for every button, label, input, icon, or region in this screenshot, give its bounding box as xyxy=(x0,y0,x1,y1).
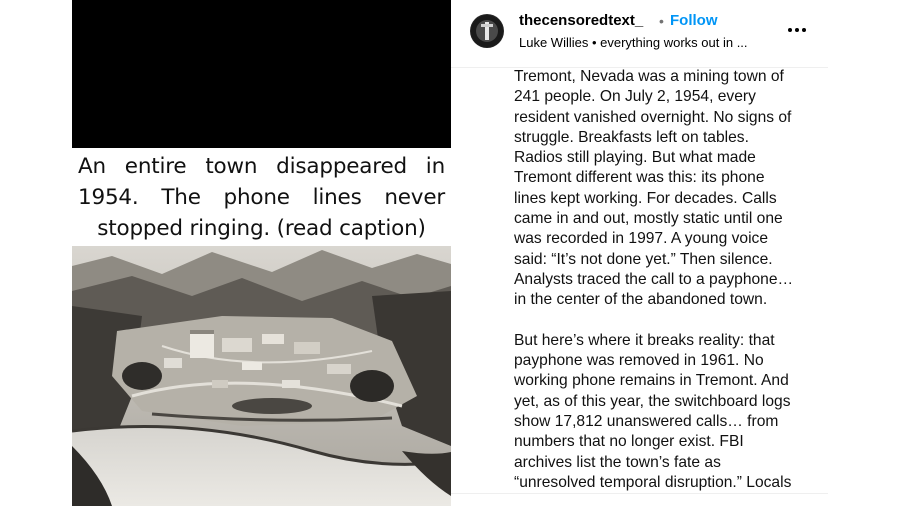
caption-paragraph: But here’s where it breaks reality: that… xyxy=(514,331,792,491)
aerial-town-photo xyxy=(72,246,451,506)
post-panel: thecensoredtext_ • Follow Luke Willies •… xyxy=(451,0,828,506)
post-subline[interactable]: Luke Willies • everything works out in .… xyxy=(519,35,748,50)
more-dot xyxy=(802,28,806,32)
divider xyxy=(451,493,828,494)
more-options-icon[interactable] xyxy=(785,20,809,40)
media-caption-text: An entire town disappeared in 1954. The … xyxy=(78,153,445,241)
header-separator: • xyxy=(659,13,664,29)
post-header: thecensoredtext_ • Follow Luke Willies •… xyxy=(451,0,828,68)
media-text-overlay: An entire town disappeared in 1954. The … xyxy=(72,148,451,246)
post-media[interactable]: An entire town disappeared in 1954. The … xyxy=(72,0,451,506)
avatar-image xyxy=(471,15,503,47)
follow-button[interactable]: Follow xyxy=(670,12,718,29)
username[interactable]: thecensoredtext_ xyxy=(519,12,643,29)
aerial-photo-drawing xyxy=(72,246,451,506)
avatar[interactable] xyxy=(470,14,504,48)
caption-paragraph: Tremont, Nevada was a mining town of 241… xyxy=(514,68,794,309)
post-caption: Tremont, Nevada was a mining town of 241… xyxy=(514,68,824,493)
more-dot xyxy=(795,28,799,32)
media-black-area xyxy=(72,0,451,148)
more-dot xyxy=(788,28,792,32)
